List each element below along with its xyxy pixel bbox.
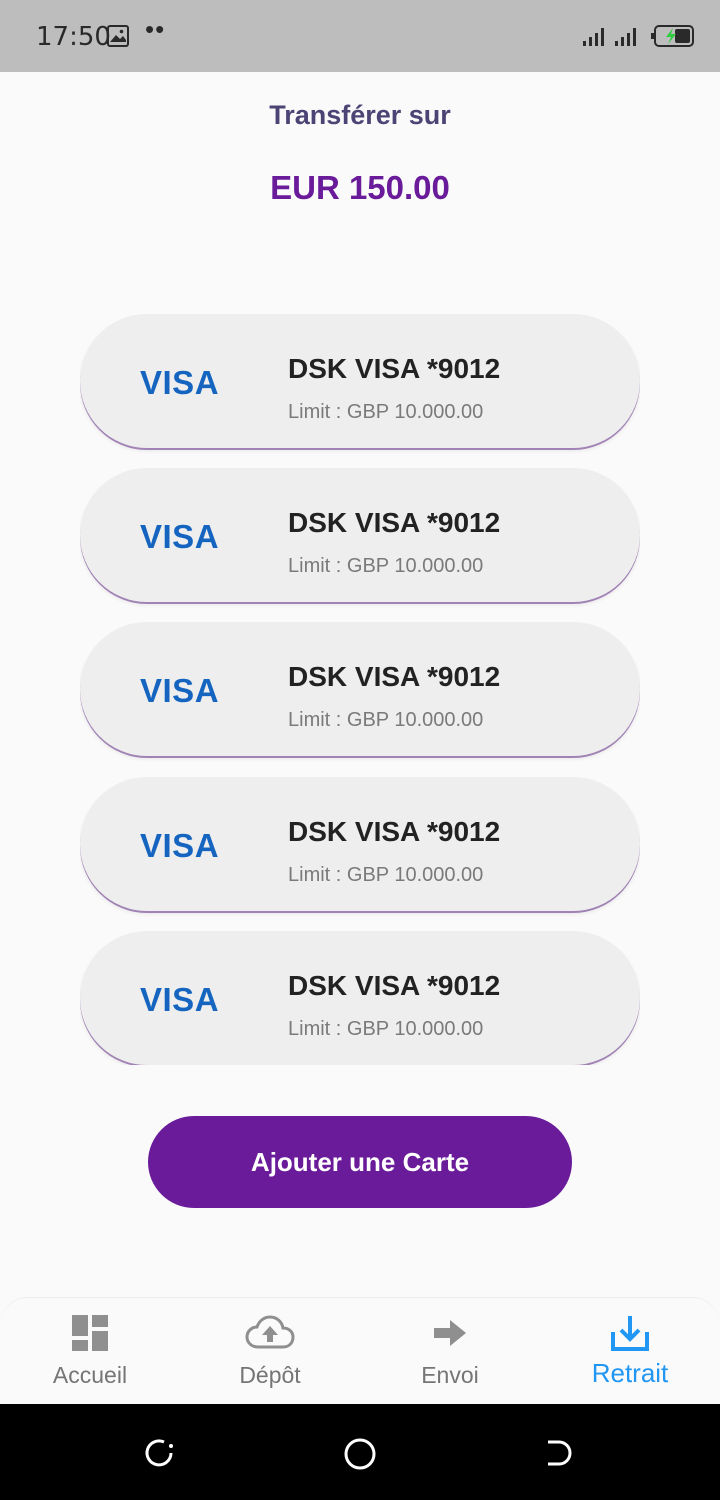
card-item[interactable]: VISA DSK VISA *9012 Limit : GBP 10.000.0… [80, 931, 640, 1065]
card-limit: Limit : GBP 10.000.00 [288, 401, 484, 423]
cloud-upload-icon [245, 1315, 295, 1349]
transfer-amount: EUR 150.00 [270, 169, 450, 206]
page-title: Transférer sur [269, 100, 451, 130]
card-name: DSK VISA *9012 [288, 970, 501, 1001]
status-time: 17:50 [36, 22, 111, 52]
card-name: DSK VISA *9012 [288, 661, 501, 692]
nav-label: Accueil [52, 1362, 128, 1388]
card-limit: Limit : GBP 10.000.00 [288, 709, 484, 731]
signal-icon [615, 28, 636, 46]
signal-icon [583, 28, 604, 46]
visa-logo: VISA [140, 518, 220, 555]
nav-label: Retrait [591, 1358, 669, 1388]
battery-charging-icon [651, 25, 694, 47]
bottom-nav: Accueil Dépôt Envoi Retrait [0, 1297, 720, 1404]
card-item[interactable]: VISA DSK VISA *9012 Limit : GBP 10.000.0… [80, 314, 640, 448]
visa-logo: VISA [140, 827, 220, 864]
recent-apps-icon[interactable] [144, 1437, 176, 1469]
status-bar: 17:50 •• [0, 0, 720, 72]
nav-item-depot[interactable]: Dépôt [180, 1298, 360, 1405]
home-icon[interactable] [343, 1437, 377, 1471]
nav-item-accueil[interactable]: Accueil [0, 1298, 180, 1405]
card-limit: Limit : GBP 10.000.00 [288, 864, 484, 886]
download-icon [611, 1316, 649, 1351]
dashboard-icon [72, 1315, 108, 1351]
nav-item-retrait[interactable]: Retrait [540, 1298, 720, 1405]
card-item[interactable]: VISA DSK VISA *9012 Limit : GBP 10.000.0… [80, 622, 640, 756]
back-icon[interactable] [543, 1437, 575, 1469]
card-limit: Limit : GBP 10.000.00 [288, 1018, 484, 1040]
card-limit: Limit : GBP 10.000.00 [288, 555, 484, 577]
visa-logo: VISA [140, 672, 220, 709]
add-card-button[interactable]: Ajouter une Carte [148, 1116, 572, 1208]
card-item[interactable]: VISA DSK VISA *9012 Limit : GBP 10.000.0… [80, 468, 640, 602]
visa-logo: VISA [140, 981, 220, 1018]
image-notification-icon [107, 25, 129, 47]
notification-dots: •• [145, 14, 166, 44]
card-name: DSK VISA *9012 [288, 507, 501, 538]
cards-list[interactable]: VISA DSK VISA *9012 Limit : GBP 10.000.0… [80, 314, 640, 1065]
nav-label: Envoi [421, 1362, 479, 1388]
nav-item-envoi[interactable]: Envoi [360, 1298, 540, 1405]
card-name: DSK VISA *9012 [288, 816, 501, 847]
nav-label: Dépôt [239, 1362, 301, 1388]
visa-logo: VISA [140, 364, 220, 401]
arrow-right-icon [434, 1320, 466, 1346]
system-nav-bar [0, 1404, 720, 1500]
card-name: DSK VISA *9012 [288, 353, 501, 384]
card-item[interactable]: VISA DSK VISA *9012 Limit : GBP 10.000.0… [80, 777, 640, 911]
